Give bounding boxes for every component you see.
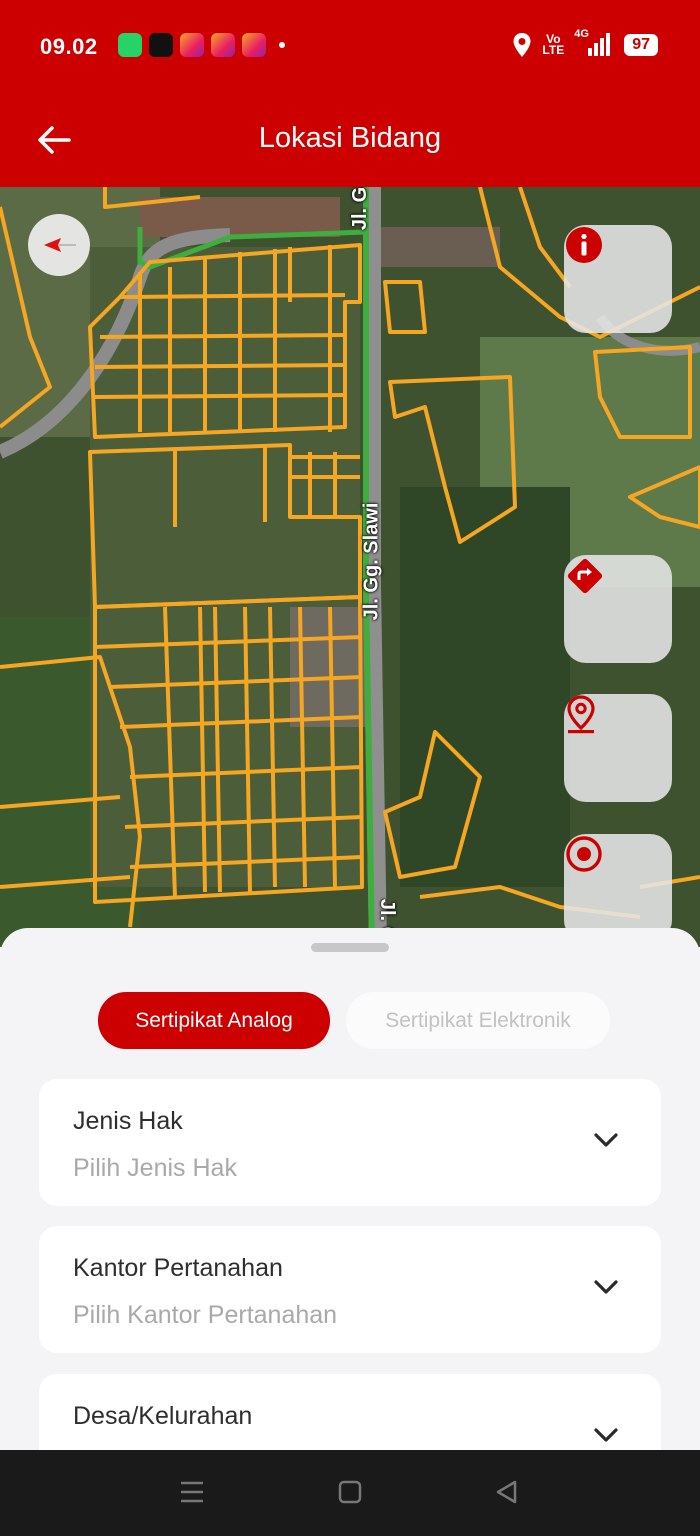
map-view[interactable]: Jl. Gg. Slawi Jl. G Jl. G xyxy=(0,187,700,947)
recent-apps-icon[interactable] xyxy=(178,1478,206,1506)
directions-button[interactable] xyxy=(564,555,672,663)
status-bar: 09.02 Vo LTE 4G 97 xyxy=(0,0,700,92)
kantor-pertanahan-dropdown[interactable]: Kantor Pertanahan Pilih Kantor Pertanaha… xyxy=(39,1226,661,1353)
whatsapp-icon xyxy=(118,33,142,57)
more-notifications-dot-icon xyxy=(279,42,285,48)
system-navigation-bar xyxy=(0,1450,700,1536)
tab-sertipikat-analog[interactable]: Sertipikat Analog xyxy=(98,992,330,1049)
back-nav-icon[interactable] xyxy=(492,1478,520,1506)
compass-button[interactable] xyxy=(28,214,90,276)
road-label-top: Jl. G xyxy=(349,187,372,231)
screen: 09.02 Vo LTE 4G 97 Lokasi Bidang Jl. Gg.… xyxy=(0,0,700,1536)
location-pin-icon xyxy=(567,695,595,734)
notification-icons xyxy=(118,33,285,57)
signal-icon xyxy=(588,33,611,56)
chevron-down-icon xyxy=(594,1133,618,1147)
volte-indicator: Vo LTE xyxy=(542,33,565,57)
signal-indicator: 4G xyxy=(574,28,614,58)
volte-line2: LTE xyxy=(542,43,565,57)
instagram-icon xyxy=(242,33,266,57)
my-location-icon xyxy=(566,836,602,872)
compass-icon xyxy=(44,238,76,252)
pin-location-button[interactable] xyxy=(564,694,672,802)
instagram-icon xyxy=(180,33,204,57)
road-label: Jl. Gg. Slawi xyxy=(360,502,383,621)
info-icon xyxy=(566,227,602,263)
field-label: Jenis Hak xyxy=(73,1107,183,1135)
status-time: 09.02 xyxy=(40,34,98,59)
instagram-icon xyxy=(211,33,235,57)
home-icon[interactable] xyxy=(336,1478,364,1506)
drag-handle[interactable] xyxy=(311,943,389,952)
battery-indicator: 97 xyxy=(624,34,658,56)
header: 09.02 Vo LTE 4G 97 Lokasi Bidang xyxy=(0,0,700,187)
field-placeholder: Pilih Kantor Pertanahan xyxy=(73,1301,338,1329)
field-label: Kantor Pertanahan xyxy=(73,1254,283,1282)
tab-sertipikat-elektronik[interactable]: Sertipikat Elektronik xyxy=(346,992,610,1049)
tiktok-icon xyxy=(149,33,173,57)
chevron-down-icon xyxy=(594,1428,618,1442)
bottom-sheet: Sertipikat Analog Sertipikat Elektronik … xyxy=(0,928,700,1501)
location-status-icon xyxy=(513,33,531,57)
chevron-down-icon xyxy=(594,1280,618,1294)
my-location-button[interactable] xyxy=(564,834,672,942)
field-placeholder: Pilih Jenis Hak xyxy=(73,1154,237,1182)
info-button[interactable] xyxy=(564,225,672,333)
field-label: Desa/Kelurahan xyxy=(73,1402,253,1430)
directions-icon xyxy=(567,558,603,594)
app-bar: Lokasi Bidang xyxy=(0,92,700,187)
jenis-hak-dropdown[interactable]: Jenis Hak Pilih Jenis Hak xyxy=(39,1079,661,1206)
system-icons: Vo LTE 4G 97 xyxy=(512,28,658,58)
page-title: Lokasi Bidang xyxy=(258,122,442,154)
